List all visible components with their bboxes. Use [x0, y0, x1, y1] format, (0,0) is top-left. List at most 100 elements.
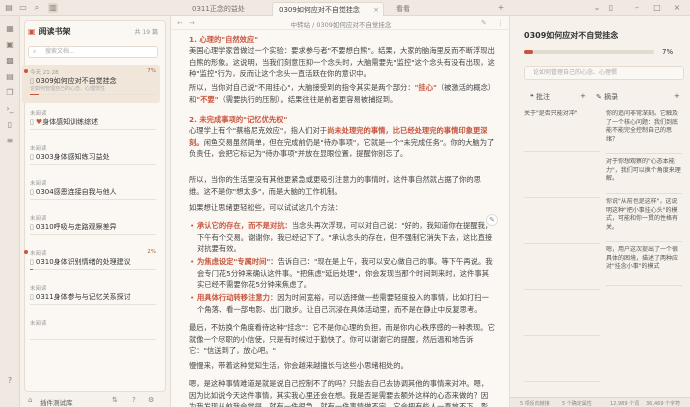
status-words: 12,989 个词 — [610, 401, 640, 407]
add-excerpt-icon[interactable]: + — [674, 92, 680, 100]
item-title-text: 0304感恩连接自我与他人 — [35, 188, 117, 196]
text: （需要执行的压制）。结果往往是前者更容易被捕捉到。 — [218, 94, 398, 104]
dashboard-icon[interactable]: ▦ — [5, 24, 15, 34]
grid-icon[interactable]: ▩ — [5, 56, 15, 66]
tab-0311[interactable]: 0311正念的益处 — [186, 2, 270, 16]
item-title-text: 身体感知训练综述 — [42, 118, 99, 126]
card-divider — [606, 153, 682, 154]
document-icon: ▯ — [30, 153, 34, 161]
folder-icon[interactable]: ▭ — [18, 3, 28, 13]
paragraph-3: 心理学上有个"蔡格尼克效应"，指人们对于尚未处理完的事情，比已经处理完的事情印象… — [189, 125, 495, 160]
help-circle-icon[interactable]: ? — [132, 396, 136, 404]
text: 闲鱼交易虽然简单，但在完成前仍是"待办事项"，它就是一个"未完成任务"。你的大脑… — [189, 137, 495, 159]
annotation-card[interactable] — [524, 156, 600, 198]
document-icon: ▯ — [30, 258, 34, 266]
right-panel: 0309如何应对不自觉挂念 7% 论如何管理自己的心念、心理惯 ❝ 批注 + ✎… — [510, 16, 690, 407]
calendar-alt-icon[interactable]: ▤ — [5, 72, 15, 82]
close-icon[interactable]: × — [373, 3, 379, 16]
card-divider — [524, 381, 600, 382]
tab-label: 批注 — [536, 93, 550, 101]
item-title-text: 0311身体参与与记忆关系探讨 — [35, 293, 131, 301]
gear-icon[interactable]: ⚙ — [148, 396, 154, 404]
list-icon[interactable]: ≡ — [5, 136, 15, 146]
sidebar-right-icon[interactable]: ▯ — [606, 3, 616, 13]
card-divider — [606, 193, 682, 194]
vault-name[interactable]: 插件测试库 — [40, 397, 73, 407]
bullet-lead: 用具体行动转移注意力： — [197, 293, 278, 302]
document-icon: ▯ — [30, 118, 34, 126]
annotation-card[interactable] — [524, 248, 600, 290]
tab-annotations[interactable]: ❝ 批注 — [530, 92, 550, 102]
card-divider — [524, 289, 600, 290]
help-icon[interactable]: ? — [5, 376, 15, 386]
status-properties[interactable]: 5 个确定属性 — [562, 400, 592, 407]
item-pct: 7% — [147, 68, 156, 74]
item-progress-fill — [30, 94, 39, 95]
maximize-icon[interactable]: □ — [652, 3, 662, 13]
copy-icon[interactable]: ❐ — [5, 88, 15, 98]
edit-icon[interactable]: ✎ — [481, 19, 487, 27]
item-meta: 未阅读 — [30, 111, 47, 117]
document-icon: ▯ — [30, 77, 34, 85]
item-pct: 2% — [147, 249, 156, 255]
switch-icon[interactable]: ⇅ — [112, 396, 118, 404]
sidebar-toggle-icon[interactable]: ▤ — [4, 3, 14, 13]
tab-0309[interactable]: 0309如何应对不自觉挂念 × — [272, 2, 384, 16]
bullet-2: 为焦虑设定"专属时间"：告诉自己："现在是上午，我可以安心做自己的事。等下午再说… — [190, 256, 495, 291]
progress-fill — [524, 50, 534, 54]
excerpt-card[interactable]: 嗯，用户这次提出了一个很具体的困境，描述了两种应对"挂念小事"的模式 — [606, 246, 682, 286]
emphasis: "挂心" — [414, 83, 437, 92]
card-divider — [606, 241, 682, 242]
status-chars: 36,469 个字符 — [646, 401, 681, 407]
page-icon[interactable]: ▯ — [5, 120, 15, 130]
item-title: ▯ 0310身体识别情绪的处理建议 — [30, 257, 156, 267]
item-title-text: 0310呼吸与走路观察差异 — [35, 223, 117, 231]
editor-nav: ← → 中转站 / 0309如何应对不自觉挂念 ✎ ⋮ — [171, 16, 511, 30]
tab-kankan[interactable]: 看看 — [390, 2, 490, 16]
search-input[interactable]: ⌕ 搜索文档... — [28, 46, 158, 58]
item-title: ▯ 0303身体感知练习益处 — [30, 152, 156, 162]
shelf-count: 共 19 篇 — [134, 29, 158, 36]
sidebar-footer: ⌂ 插件测试库 ⇅ ? ⚙ — [24, 394, 166, 407]
excerpt-card[interactable]: 你的追问非常深刻。它触及了一个核心问题：我们到底能不能完全控制自己的思绪？ — [606, 110, 682, 154]
bullet-3: 用具体行动转移注意力：因为时间宽裕，可以选择做一些需要轻度投入的事情，比如打扫一… — [190, 292, 495, 315]
annotation-card[interactable] — [524, 202, 600, 244]
item-meta: 未阅读 — [30, 286, 47, 292]
card-divider — [524, 151, 600, 152]
text: 心理学上有个"蔡格尼克效应"，指人们对于 — [189, 126, 328, 135]
bookshelf-icon[interactable]: ▥ — [48, 3, 58, 13]
paragraph-2: 所以，当你对自己说"不用挂心"，大脑接受到的指令其实是两个部分："挂心"（被激活… — [189, 82, 495, 105]
tab-label: 摘录 — [604, 93, 619, 101]
annotation-card[interactable] — [524, 294, 600, 336]
status-backlinks[interactable]: 5 项反向链接 — [520, 400, 550, 407]
annotation-card[interactable]: 关于"是否只能对冲" — [524, 110, 600, 152]
search-icon: ⌕ — [33, 48, 37, 55]
bullet-lead: 承认它的存在，而不是对抗： — [197, 221, 292, 230]
item-meta: 未阅读 — [30, 251, 47, 257]
excerpt-card[interactable]: 你说"从前也是这样"，这说明这种"把小事挂心头"的模式，可能和你一贯的性格有关。 — [606, 198, 682, 242]
annotation-card[interactable] — [524, 340, 600, 382]
plus-icon[interactable]: + — [496, 3, 506, 13]
item-title: ▯ 0310呼吸与走路观察差异 — [30, 222, 156, 232]
minimize-icon[interactable]: – — [632, 3, 642, 13]
tab-excerpts[interactable]: ✎ 摘录 — [596, 92, 618, 102]
heading-1: 1. 心理的"自然效应" — [189, 35, 259, 44]
more-icon[interactable]: ⋮ — [497, 19, 504, 27]
add-icon[interactable]: + — [580, 92, 586, 100]
terminal-icon[interactable]: ›_ — [5, 104, 15, 114]
item-title: ▯ 0304感恩连接自我与他人 — [30, 187, 156, 197]
tab-label: 0311正念的益处 — [192, 5, 245, 13]
vault-icon[interactable]: ⌂ — [28, 396, 32, 404]
chevron-down-icon[interactable]: ⌄ — [592, 3, 602, 13]
excerpt-card[interactable]: 对于你想观察的"心态本能力"，我们可以换个角度来理解。 — [606, 158, 682, 194]
item-title: ▯ ♥身体感知训练综述 — [30, 117, 156, 127]
item-progress — [30, 234, 156, 235]
emphasis: "不要" — [196, 94, 219, 104]
edit-float-icon[interactable]: ✎ — [486, 214, 498, 226]
close-window-icon[interactable]: × — [672, 3, 682, 13]
calendar-icon[interactable]: ▣ — [5, 40, 15, 50]
note-input[interactable]: 论如何管理自己的心念、心理惯 — [524, 66, 684, 80]
shelf-title-text: 阅读书架 — [38, 27, 71, 36]
search-icon[interactable]: ⌕ — [32, 3, 42, 13]
item-sub: 论如何管理自己的心念、心理惯性 — [30, 86, 106, 92]
